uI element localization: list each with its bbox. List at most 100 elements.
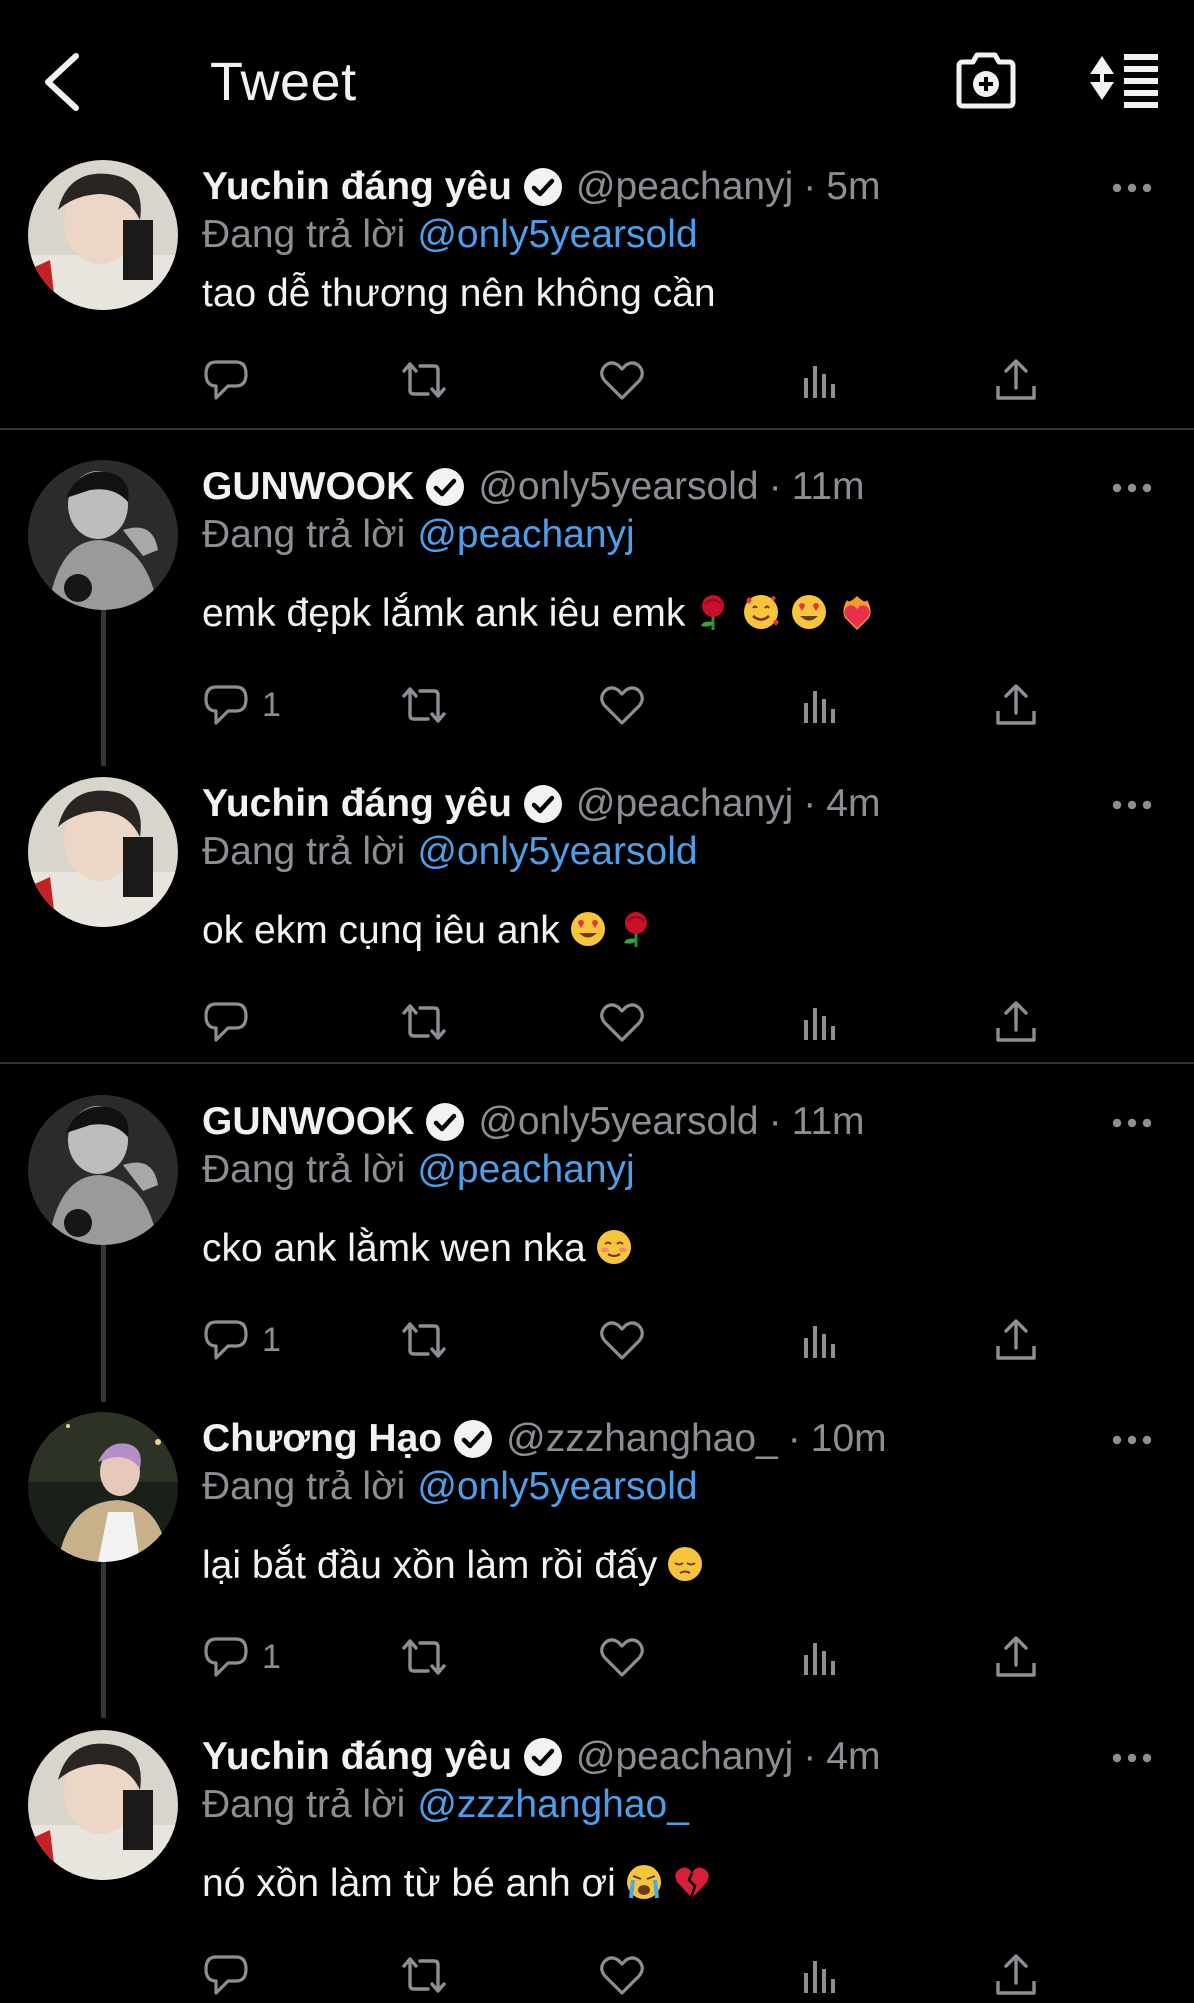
like-button[interactable] (598, 1629, 646, 1685)
more-options-icon[interactable] (1112, 480, 1152, 496)
verified-badge-icon (523, 785, 562, 823)
like-button[interactable] (598, 994, 646, 1050)
stats-button[interactable] (796, 994, 844, 1050)
author-name[interactable]: Yuchin đáng yêu (202, 165, 512, 209)
thread-connector (101, 1238, 106, 1402)
retweet-button[interactable] (400, 352, 448, 408)
more-options-icon[interactable] (1112, 1432, 1152, 1448)
tweet-time: 4m (826, 1735, 881, 1778)
share-button[interactable] (992, 1312, 1040, 1368)
heart-eyes-emoji (792, 595, 827, 629)
author-handle[interactable]: @only5yearsold (478, 1100, 758, 1144)
avatar-image (28, 1412, 178, 1562)
retweet-button[interactable] (400, 677, 448, 733)
reply-button[interactable] (202, 994, 250, 1050)
tweet-time: 5m (826, 165, 881, 208)
verified-badge-icon (454, 1420, 493, 1458)
tweet-time: 4m (826, 782, 881, 825)
replying-to-handle[interactable]: @only5yearsold (417, 213, 697, 256)
author-handle[interactable]: @peachanyj (576, 1735, 793, 1779)
tweet-body: ok ekm cụnq iêu ank (202, 905, 656, 957)
smiling-hearts-emoji (744, 595, 780, 629)
verified-badge-icon (523, 1738, 562, 1776)
verified-badge-icon (523, 168, 562, 206)
replying-to-handle[interactable]: @zzzhanghao_ (417, 1783, 689, 1826)
tweet-time: 11m (791, 1100, 865, 1143)
tweet-divider (0, 1062, 1194, 1064)
replying-to: Đang trả lời @only5yearsold (202, 1462, 698, 1512)
reply-button[interactable]: 1 (202, 677, 281, 733)
action-bar: 1 (202, 1629, 1062, 1685)
avatar-gunwook[interactable] (28, 1095, 178, 1245)
retweet-button[interactable] (400, 1629, 448, 1685)
share-button[interactable] (992, 352, 1040, 408)
replying-to-label: Đang trả lời (202, 213, 406, 256)
view-stats-icon (804, 366, 835, 398)
retweet-icon (402, 1004, 446, 1040)
share-icon (996, 684, 1036, 725)
replying-to: Đang trả lời @only5yearsold (202, 210, 698, 260)
author-handle[interactable]: @peachanyj (576, 165, 793, 209)
top-bar: Tweet (0, 0, 1194, 160)
avatar-zhanghao[interactable] (28, 1412, 178, 1562)
retweet-icon (402, 1957, 446, 1993)
more-options-icon[interactable] (1112, 1750, 1152, 1766)
like-button[interactable] (598, 677, 646, 733)
like-button[interactable] (598, 1947, 646, 2003)
author-handle[interactable]: @peachanyj (576, 782, 793, 826)
avatar-yuchin[interactable] (28, 160, 178, 310)
share-button[interactable] (992, 1947, 1040, 2003)
tweet-header: GUNWOOK @only5yearsold · 11m (202, 1097, 865, 1147)
separator-dot: · (803, 165, 817, 208)
reply-button[interactable] (202, 1947, 250, 2003)
avatar-yuchin[interactable] (28, 777, 178, 927)
author-name[interactable]: Yuchin đáng yêu (202, 1735, 512, 1779)
like-button[interactable] (598, 1312, 646, 1368)
replying-to-handle[interactable]: @only5yearsold (417, 830, 697, 873)
reply-button[interactable]: 1 (202, 1312, 281, 1368)
stats-button[interactable] (796, 677, 844, 733)
retweet-button[interactable] (400, 1312, 448, 1368)
tweet-body: emk đẹpk lắmk ank iêu emk (202, 588, 877, 640)
replying-to-handle[interactable]: @peachanyj (417, 513, 634, 556)
more-options-icon[interactable] (1112, 1115, 1152, 1131)
retweet-button[interactable] (400, 994, 448, 1050)
author-name[interactable]: Yuchin đáng yêu (202, 782, 512, 826)
share-button[interactable] (992, 1629, 1040, 1685)
reply-button[interactable] (202, 352, 250, 408)
reply-icon (204, 1320, 248, 1360)
replying-to-handle[interactable]: @only5yearsold (417, 1465, 697, 1508)
avatar-image (28, 160, 178, 310)
author-name[interactable]: GUNWOOK (202, 1100, 414, 1144)
share-icon (996, 359, 1036, 400)
replying-to: Đang trả lời @peachanyj (202, 510, 635, 560)
author-name[interactable]: Chương Hạo (202, 1417, 442, 1461)
more-options-icon[interactable] (1112, 797, 1152, 813)
author-handle[interactable]: @only5yearsold (478, 465, 758, 509)
like-button[interactable] (598, 352, 646, 408)
replying-to-handle[interactable]: @peachanyj (417, 1148, 634, 1191)
retweet-button[interactable] (400, 1947, 448, 2003)
stats-button[interactable] (796, 1312, 844, 1368)
replying-to: Đang trả lời @zzzhanghao_ (202, 1780, 689, 1830)
separator-dot: · (768, 1100, 782, 1143)
more-options-icon[interactable] (1112, 180, 1152, 196)
tweet-header: Chương Hạo @zzzhanghao_ · 10m (202, 1414, 887, 1464)
author-name[interactable]: GUNWOOK (202, 465, 414, 509)
back-arrow-icon[interactable] (38, 50, 88, 114)
share-button[interactable] (992, 677, 1040, 733)
avatar-yuchin[interactable] (28, 1730, 178, 1880)
stats-button[interactable] (796, 1947, 844, 2003)
avatar-gunwook[interactable] (28, 460, 178, 610)
sort-timeline-icon[interactable] (1088, 50, 1160, 110)
share-button[interactable] (992, 994, 1040, 1050)
author-handle[interactable]: @zzzhanghao_ (506, 1417, 778, 1461)
reply-button[interactable]: 1 (202, 1629, 281, 1685)
stats-button[interactable] (796, 1629, 844, 1685)
separator-dot: · (803, 782, 817, 825)
replying-to-label: Đang trả lời (202, 513, 406, 556)
camera-add-icon[interactable] (955, 50, 1017, 112)
share-icon (996, 1319, 1036, 1360)
stats-button[interactable] (796, 352, 844, 408)
replying-to-label: Đang trả lời (202, 830, 406, 873)
